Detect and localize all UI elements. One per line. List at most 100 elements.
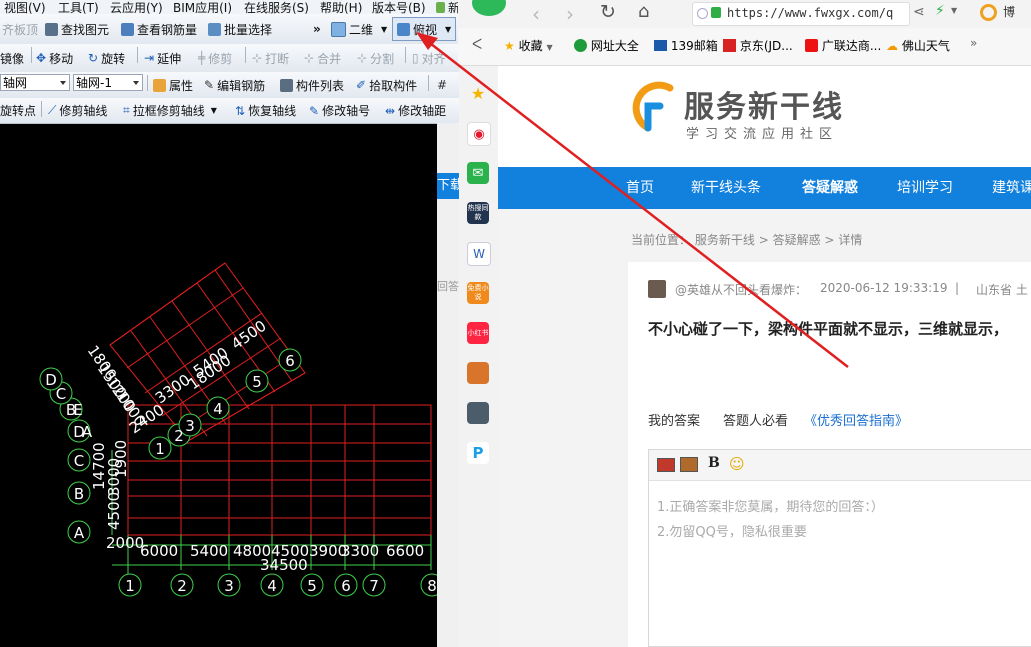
grid-tool-button[interactable]: # bbox=[437, 72, 447, 98]
axis-label: 3 bbox=[185, 417, 195, 435]
sidebar-favorites-icon[interactable]: ★ bbox=[467, 82, 489, 104]
nav-headlines[interactable]: 新干线头条 bbox=[691, 167, 761, 209]
toolbar-more-button[interactable]: » bbox=[313, 14, 321, 44]
new-doc-icon bbox=[436, 1, 445, 13]
document-icon[interactable]: W bbox=[467, 242, 491, 266]
extend-button[interactable]: ⇥ 延伸 bbox=[144, 44, 181, 72]
view-direction-dropdown[interactable]: 俯视 ▼ bbox=[392, 17, 457, 41]
axis-label: 1 bbox=[125, 577, 135, 595]
lock-icon bbox=[711, 7, 721, 18]
free-novel-icon[interactable]: 免费小说 bbox=[467, 282, 489, 304]
breadcrumb-sep: > bbox=[824, 233, 835, 247]
search-engine-label[interactable]: 博 bbox=[1003, 3, 1015, 20]
menu-version[interactable]: 版本号(B) bbox=[372, 0, 426, 15]
move-button[interactable]: ✥ 移动 bbox=[36, 44, 73, 72]
insert-image-icon[interactable] bbox=[680, 457, 698, 472]
browser-logo-icon bbox=[472, 0, 506, 16]
game-icon[interactable] bbox=[467, 402, 489, 424]
search-engine-icon[interactable] bbox=[980, 4, 997, 21]
edit-rebar-button[interactable]: ✎ 编辑钢筋 bbox=[204, 72, 265, 98]
forward-icon[interactable]: › bbox=[566, 2, 574, 26]
main-grid-lines bbox=[127, 404, 432, 536]
axis-label: 2 bbox=[177, 577, 187, 595]
menu-online[interactable]: 在线服务(S) bbox=[244, 0, 309, 15]
menu-new[interactable]: 新 bbox=[436, 0, 460, 14]
component-select[interactable]: 轴网-1 bbox=[73, 74, 143, 91]
xiaohongshu-icon[interactable]: 小红书 bbox=[467, 322, 489, 344]
break-button[interactable]: ⊹ 打断 bbox=[252, 44, 289, 72]
menu-view[interactable]: 视图(V) bbox=[4, 0, 46, 15]
hot-search-icon[interactable]: 热搜同款 bbox=[467, 202, 489, 224]
mirror-button[interactable]: 镜像 bbox=[0, 44, 24, 72]
mail-icon[interactable]: ✉ bbox=[467, 162, 489, 184]
nav-courses[interactable]: 建筑课 bbox=[992, 167, 1031, 209]
post-author[interactable]: @英雄从不回头看爆炸： bbox=[675, 281, 807, 298]
site-logo-title[interactable]: 服务新干线 bbox=[684, 82, 844, 126]
merge-button[interactable]: ⊹ 合并 bbox=[304, 44, 341, 72]
menu-bim[interactable]: BIM应用(I) bbox=[173, 0, 232, 15]
answer-guide-link[interactable]: 《优秀回答指南》 bbox=[804, 410, 908, 429]
move-arrows-icon: ✥ bbox=[36, 51, 47, 65]
bookmark-favorites[interactable]: ★ 收藏 ▼ bbox=[504, 37, 553, 54]
trim-button[interactable]: ╪ 修剪 bbox=[198, 44, 232, 72]
view-mode-dropdown[interactable]: 二维 ▼ bbox=[331, 14, 387, 44]
pdf-tool-icon[interactable]: P bbox=[467, 442, 489, 464]
chevron-down-icon[interactable]: ▼ bbox=[951, 6, 957, 15]
box-trim-axis-button[interactable]: ⌗ 拉框修剪轴线 ▼ bbox=[123, 98, 217, 123]
cad-canvas[interactable]: 1 2 3 4 5 6 7 8 2000 6000 5400 4800 4500… bbox=[0, 123, 460, 647]
bold-button[interactable]: B bbox=[708, 455, 720, 471]
weibo-icon[interactable]: ◉ bbox=[467, 122, 491, 146]
bookmark-139mail[interactable]: 139邮箱 bbox=[654, 37, 718, 54]
home-icon[interactable]: ⌂ bbox=[638, 1, 649, 22]
level-top-button[interactable]: 齐板顶 bbox=[2, 14, 38, 44]
layer-select[interactable]: 轴网 bbox=[0, 74, 70, 91]
bookmark-weather[interactable]: ☁ 佛山天气 bbox=[886, 37, 950, 54]
back-icon[interactable]: ‹ bbox=[532, 2, 540, 26]
bookmark-glodon[interactable]: 广联达商... bbox=[805, 37, 881, 54]
split-icon: ⊹ bbox=[357, 51, 368, 65]
menu-tools[interactable]: 工具(T) bbox=[58, 0, 99, 15]
rotate-point-button[interactable]: 旋转点 bbox=[0, 98, 36, 123]
avatar[interactable] bbox=[648, 280, 666, 298]
lightning-icon[interactable]: ⚡ bbox=[935, 3, 945, 19]
find-element-button[interactable]: 查找图元 bbox=[45, 14, 109, 44]
emoji-icon[interactable]: ☺ bbox=[729, 455, 745, 473]
refresh-icon[interactable]: ↻ bbox=[600, 1, 616, 23]
breadcrumb-qa[interactable]: 答疑解惑 bbox=[773, 233, 821, 247]
properties-button[interactable]: 属性 bbox=[153, 72, 193, 98]
rotate-button[interactable]: ↻ 旋转 bbox=[88, 44, 125, 72]
axis-label: 3 bbox=[224, 577, 234, 595]
url-field[interactable]: https://www.fwxgx.com/q bbox=[692, 2, 910, 26]
image-icon[interactable] bbox=[657, 458, 675, 472]
nav-qa-active[interactable]: 答疑解惑 bbox=[802, 167, 858, 209]
batch-select-button[interactable]: 批量选择 bbox=[208, 14, 272, 44]
bookmark-jd[interactable]: 京东(JD... bbox=[723, 37, 793, 54]
game-icon[interactable] bbox=[467, 362, 489, 384]
modify-axis-no-button[interactable]: ✎ 修改轴号 bbox=[309, 98, 370, 123]
share-icon[interactable]: ⋖ bbox=[913, 4, 925, 20]
chevron-down-icon: ▼ bbox=[381, 24, 388, 34]
modify-axis-dist-button[interactable]: ⇹ 修改轴距 bbox=[385, 98, 446, 123]
restore-axis-button[interactable]: ⇅ 恢复轴线 bbox=[235, 98, 296, 123]
binoculars-icon bbox=[45, 22, 58, 36]
align-button[interactable]: ▯ 对齐 bbox=[412, 44, 446, 72]
split-button[interactable]: ⊹ 分割 bbox=[357, 44, 394, 72]
dimension-label: 4500 bbox=[105, 492, 123, 530]
dimension-label: 1900 bbox=[112, 440, 130, 478]
bookmark-hao[interactable]: 网址大全 bbox=[574, 37, 639, 54]
nav-home[interactable]: 首页 bbox=[626, 167, 654, 209]
nav-training[interactable]: 培训学习 bbox=[897, 167, 953, 209]
breadcrumb-home[interactable]: 服务新干线 bbox=[695, 233, 755, 247]
toolbar-divider bbox=[147, 75, 148, 91]
pick-component-button[interactable]: ✐ 拾取构件 bbox=[356, 72, 417, 98]
menu-help[interactable]: 帮助(H) bbox=[320, 0, 362, 15]
chevron-down-icon bbox=[60, 81, 66, 85]
url-text: https://www.fwxgx.com/q bbox=[727, 6, 894, 20]
component-list-button[interactable]: 构件列表 bbox=[280, 72, 344, 98]
tab-my-answer[interactable]: 我的答案 bbox=[648, 410, 700, 429]
sidebar-toggle-icon[interactable]: ᐸ bbox=[472, 37, 482, 53]
menu-cloud[interactable]: 云应用(Y) bbox=[110, 0, 163, 15]
trim-axis-button[interactable]: ⟋ 修剪轴线 bbox=[48, 98, 107, 123]
bookmarks-more-button[interactable]: » bbox=[970, 36, 977, 50]
view-rebar-qty-button[interactable]: 查看钢筋量 bbox=[121, 14, 197, 44]
